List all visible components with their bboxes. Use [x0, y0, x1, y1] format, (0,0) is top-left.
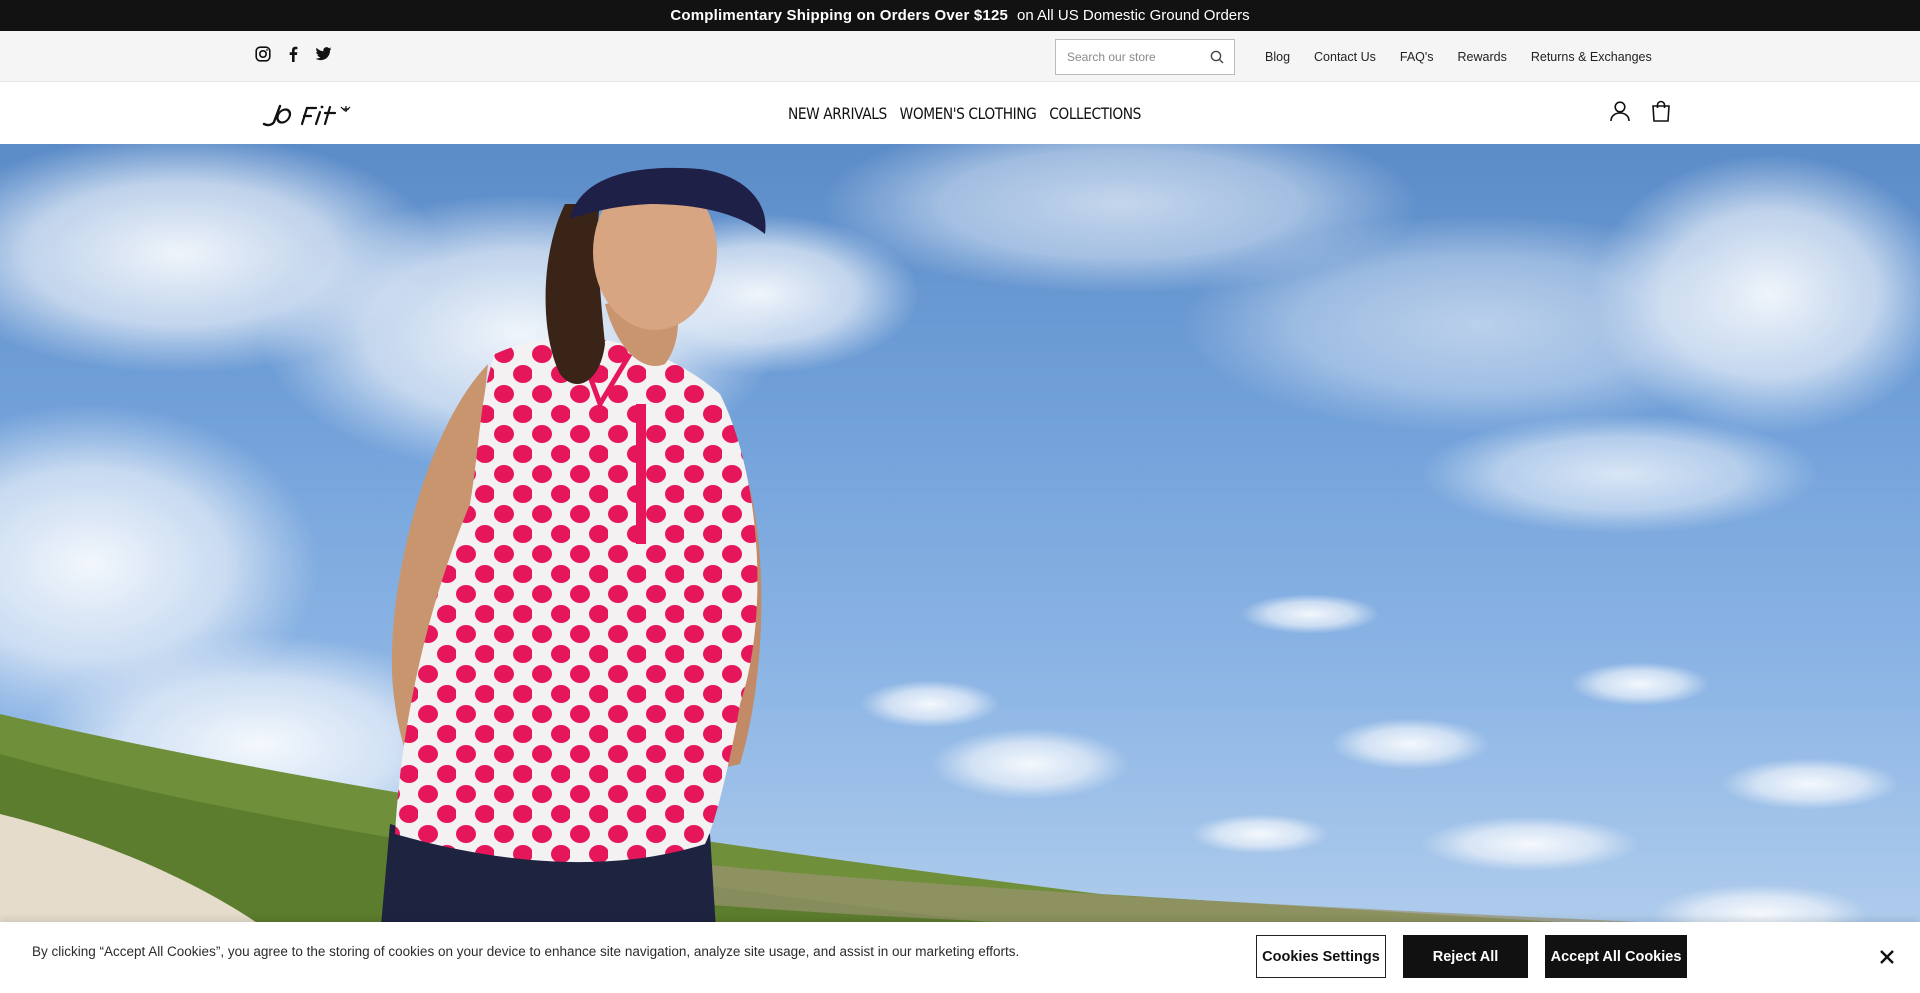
instagram-icon[interactable]	[254, 45, 272, 63]
utility-links: Blog Contact Us FAQ's Rewards Returns & …	[1265, 31, 1652, 82]
social-links	[254, 45, 332, 63]
cookies-settings-button[interactable]: Cookies Settings	[1256, 935, 1386, 978]
announcement-bar: Complimentary Shipping on Orders Over $1…	[0, 0, 1920, 31]
hero-banner[interactable]	[0, 144, 1920, 993]
utility-bar: Blog Contact Us FAQ's Rewards Returns & …	[0, 31, 1920, 82]
utility-link-faqs[interactable]: FAQ's	[1400, 50, 1434, 64]
header-icons	[1608, 98, 1673, 124]
brand-logo[interactable]	[258, 100, 354, 130]
utility-link-contact-us[interactable]: Contact Us	[1314, 50, 1376, 64]
utility-link-blog[interactable]: Blog	[1265, 50, 1290, 64]
cookie-text: By clicking “Accept All Cookies”, you ag…	[32, 944, 1020, 959]
search-input[interactable]	[1056, 50, 1200, 64]
twitter-icon[interactable]	[314, 45, 332, 63]
cart-icon[interactable]	[1649, 98, 1673, 124]
search-box	[1055, 39, 1235, 75]
main-nav: NEW ARRIVALS WOMEN'S CLOTHING COLLECTION…	[788, 82, 1141, 144]
facebook-icon[interactable]	[284, 45, 302, 63]
hero-image	[0, 144, 1920, 993]
nav-new-arrivals[interactable]: NEW ARRIVALS	[788, 104, 887, 123]
announcement-bold-text: Complimentary Shipping on Orders Over $1…	[670, 7, 1009, 24]
nav-womens-clothing[interactable]: WOMEN'S CLOTHING	[900, 104, 1037, 123]
nav-collections[interactable]: COLLECTIONS	[1049, 104, 1141, 123]
main-header: NEW ARRIVALS WOMEN'S CLOTHING COLLECTION…	[0, 82, 1920, 144]
utility-link-returns[interactable]: Returns & Exchanges	[1531, 50, 1652, 64]
cookie-banner: By clicking “Accept All Cookies”, you ag…	[0, 922, 1920, 993]
announcement-text: on All US Domestic Ground Orders	[1017, 7, 1250, 24]
utility-link-rewards[interactable]: Rewards	[1458, 50, 1507, 64]
close-icon[interactable]	[1876, 946, 1898, 968]
accept-all-cookies-button[interactable]: Accept All Cookies	[1545, 935, 1687, 978]
search-icon[interactable]	[1200, 40, 1234, 74]
account-icon[interactable]	[1608, 98, 1632, 124]
reject-all-button[interactable]: Reject All	[1403, 935, 1528, 978]
